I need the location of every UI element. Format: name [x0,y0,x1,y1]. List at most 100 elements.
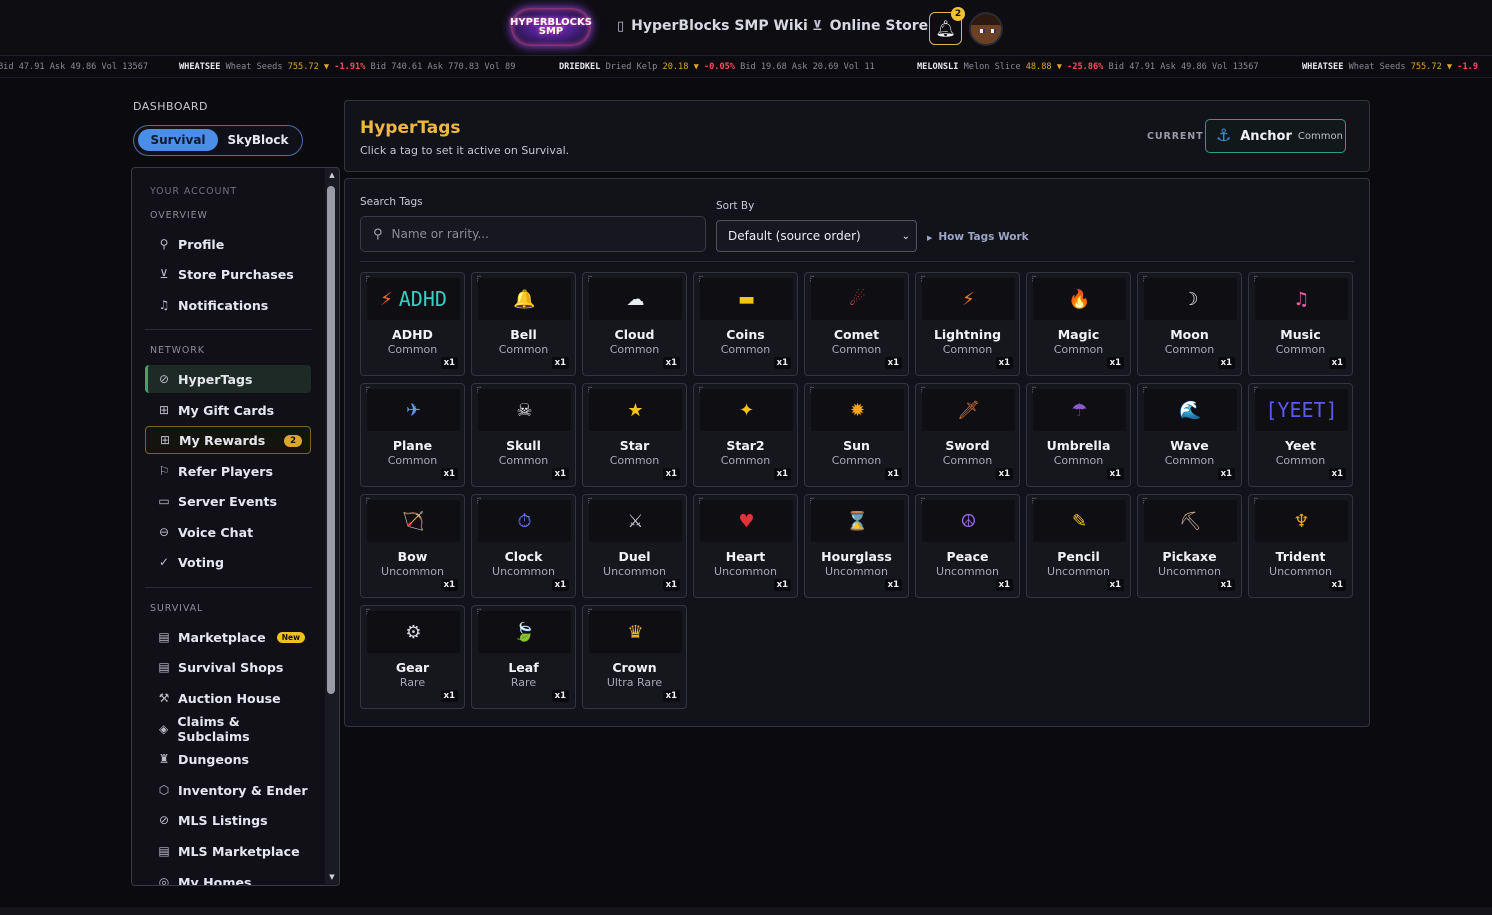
hyperblocks-logo[interactable]: HYPERBLOCKS SMP [510,8,592,46]
tag-quantity-badge: x1 [440,468,458,480]
cart-icon: ⊻ [812,18,823,34]
sidebar-scroll-thumb[interactable] [327,186,335,694]
sidebar-item-survival-shops[interactable]: ▤ Survival Shops [145,653,311,681]
tag-card-magic[interactable]: ⠿🔥MagicCommonx1 [1026,272,1131,376]
tag-name: Leaf [508,660,539,675]
tag-name: Pickaxe [1162,549,1217,564]
tag-icon-adhd: ⚡ ADHD [367,278,460,320]
tag-card-duel[interactable]: ⠿⚔DuelUncommonx1 [582,494,687,598]
tag-rarity: Uncommon [492,565,555,578]
flag-icon: ⚐ [158,464,170,478]
tag-card-hourglass[interactable]: ⠿⌛HourglassUncommonx1 [804,494,909,598]
tag-card-cloud[interactable]: ⠿☁CloudCommonx1 [582,272,687,376]
tag-card-umbrella[interactable]: ⠿☂UmbrellaCommonx1 [1026,383,1131,487]
mode-survival-button[interactable]: Survival [138,129,218,151]
tag-icon-heart: ♥ [700,500,793,542]
sidebar-item-mls-listings[interactable]: ⊘ MLS Listings [145,806,311,834]
tag-card-crown[interactable]: ⠿♛CrownUltra Rarex1 [582,605,687,709]
sidebar-item-refer-players[interactable]: ⚐ Refer Players [145,457,311,485]
tag-card-trident[interactable]: ⠿♆TridentUncommonx1 [1248,494,1353,598]
sidebar-item-my-homes[interactable]: ◎ My Homes [145,868,311,886]
tag-card-pencil[interactable]: ⠿✎PencilUncommonx1 [1026,494,1131,598]
tag-rarity: Common [387,454,438,467]
tag-card-peace[interactable]: ⠿☮PeaceUncommonx1 [915,494,1020,598]
online-store-label: Online Store [829,18,929,34]
tag-card-leaf[interactable]: ⠿🍃LeafRarex1 [471,605,576,709]
tag-card-sun[interactable]: ⠿✹SunCommonx1 [804,383,909,487]
tag-card-comet[interactable]: ⠿☄CometCommonx1 [804,272,909,376]
current-tag-badge[interactable]: ⚓ Anchor Common [1205,119,1346,153]
tag-card-pickaxe[interactable]: ⠿⛏PickaxeUncommonx1 [1137,494,1242,598]
search-icon: ⚲ [373,226,383,242]
tag-card-star[interactable]: ⠿★StarCommonx1 [582,383,687,487]
scroll-up-icon[interactable]: ▲ [327,171,337,179]
how-tags-work-toggle[interactable]: ▶ How Tags Work [927,231,1029,243]
tag-card-gear[interactable]: ⠿⚙GearRarex1 [360,605,465,709]
page-bottom-edge [0,907,1492,915]
bow-icon: 🏹 [402,510,425,532]
ticker-item: WHEATSEE Wheat Seeds 755.72 ▼ -1.9 [1302,62,1478,72]
tag-quantity-badge: x1 [995,468,1013,480]
online-store-link[interactable]: ⊻ Online Store [812,18,928,34]
tag-card-skull[interactable]: ⠿☠SkullCommonx1 [471,383,576,487]
sidebar-item-my-rewards[interactable]: ⊞ My Rewards 2 [145,426,311,454]
tag-card-lightning[interactable]: ⠿⚡LightningCommonx1 [915,272,1020,376]
tag-card-bow[interactable]: ⠿🏹BowUncommonx1 [360,494,465,598]
sidebar-item-dungeons[interactable]: ♜ Dungeons [145,745,311,773]
sidebar-item-marketplace[interactable]: ▤ Marketplace New [145,623,311,651]
mode-skyblock-button[interactable]: SkyBlock [220,129,296,151]
tag-card-yeet[interactable]: ⠿[YEET]YeetCommonx1 [1248,383,1353,487]
tag-card-adhd[interactable]: ⠿⚡ADHDADHDCommonx1 [360,272,465,376]
tag-card-sword[interactable]: ⠿🗡SwordCommonx1 [915,383,1020,487]
sidebar-item-server-events[interactable]: ▭ Server Events [145,487,311,515]
sidebar-item-auction-house[interactable]: ⚒ Auction House [145,684,311,712]
sidebar-item-store-purchases[interactable]: ⊻ Store Purchases [145,260,311,288]
tag-name: Comet [833,327,880,342]
sidebar-item-inventory[interactable]: ⬡ Inventory & Ender [145,776,311,804]
tag-quantity-badge: x1 [773,468,791,480]
sidebar-item-claims[interactable]: ◈ Claims & Subclaims [145,714,311,744]
tag-name: Sword [945,438,990,453]
sidebar-item-profile[interactable]: ⚲ Profile [145,230,311,258]
tag-card-moon[interactable]: ⠿☽MoonCommonx1 [1137,272,1242,376]
tag-quantity-badge: x1 [662,690,680,702]
sidebar-item-notifications[interactable]: ♫ Notifications [145,291,311,319]
sidebar-item-voting[interactable]: ✓ Voting [145,548,311,576]
sidebar-item-gift-cards[interactable]: ⊞ My Gift Cards [145,396,311,424]
sidebar-item-hypertags[interactable]: ⊘ HyperTags [145,365,311,393]
tag-icon-coins: ▬ [700,278,793,320]
calendar-icon: ▭ [158,494,170,508]
tag-text-icon: [YEET] [1265,398,1338,422]
tag-card-clock[interactable]: ⠿⏱ClockUncommonx1 [471,494,576,598]
tag-name: Clock [504,549,543,564]
tag-rarity: Common [1053,343,1104,356]
tag-card-coins[interactable]: ⠿▬CoinsCommonx1 [693,272,798,376]
scroll-down-icon[interactable]: ▼ [327,873,337,881]
top-nav: HYPERBLOCKS SMP ▯ HyperBlocks SMP Wiki ⊻ … [0,0,1492,56]
sort-select[interactable]: Default (source order) ⌄ [716,220,917,252]
section-survival: SURVIVAL [150,603,204,614]
avatar[interactable] [969,12,1003,46]
tag-card-music[interactable]: ⠿♫MusicCommonx1 [1248,272,1353,376]
tag-icon-bell: 🔔 [478,278,571,320]
tag-card-plane[interactable]: ⠿✈PlaneCommonx1 [360,383,465,487]
tag-quantity-badge: x1 [551,357,569,369]
sidebar: YOUR ACCOUNT OVERVIEW ⚲ Profile ⊻ Store Pu… [131,167,340,886]
tag-card-star2[interactable]: ⠿✦Star2Commonx1 [693,383,798,487]
tag-quantity-badge: x1 [1328,468,1346,480]
tag-rarity: Uncommon [381,565,444,578]
ticker-item: WHEATSEE Wheat Seeds 755.72 ▼ -1.91% Bid… [179,62,516,72]
tag-card-heart[interactable]: ⠿♥HeartUncommonx1 [693,494,798,598]
cart-icon: ⊻ [159,267,169,281]
gift-icon: ⊞ [158,403,170,417]
tag-card-bell[interactable]: ⠿🔔BellCommonx1 [471,272,576,376]
plane-icon: ✈ [405,399,422,421]
tag-icon-magic: 🔥 [1033,278,1126,320]
page-subtitle: Click a tag to set it active on Survival… [360,144,570,157]
sidebar-item-mls-marketplace[interactable]: ▤ MLS Marketplace [145,837,311,865]
search-input[interactable]: ⚲ Name or rarity... [360,216,706,252]
sidebar-item-voice-chat[interactable]: ⊖ Voice Chat [145,518,311,546]
tag-card-wave[interactable]: ⠿🌊WaveCommonx1 [1137,383,1242,487]
star-icon: ★ [627,399,644,421]
wiki-link[interactable]: ▯ HyperBlocks SMP Wiki [617,18,808,34]
